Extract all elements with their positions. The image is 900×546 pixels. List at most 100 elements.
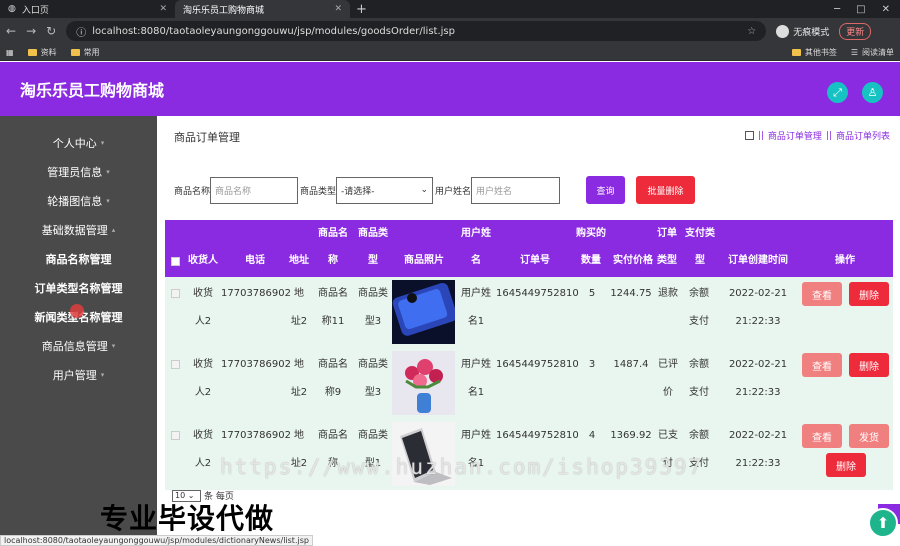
reload-icon[interactable]: ↻ — [46, 24, 56, 38]
col-goods-type: 型 — [368, 255, 378, 266]
browser-tab-entry[interactable]: ◍ 入口页 ✕ — [0, 0, 175, 18]
fullscreen-icon[interactable]: ⤢ — [827, 82, 848, 103]
cell-order-type: 价 — [663, 387, 673, 398]
breadcrumb-item[interactable]: 商品订单管理 — [768, 129, 822, 142]
forward-icon[interactable]: → — [26, 24, 36, 38]
col-order-type: 订单 — [657, 228, 677, 239]
row-checkbox[interactable] — [171, 289, 180, 298]
col-price: 实付价格 — [613, 255, 653, 266]
sidebar-item-carousel[interactable]: 轮播图信息 ▾ — [0, 186, 157, 215]
search-button[interactable]: 查询 — [586, 176, 626, 204]
mouse-cursor — [70, 304, 84, 318]
sidebar-item-label: 订单类型名称管理 — [34, 281, 123, 295]
cell-goods-type: 型3 — [364, 387, 382, 398]
url-field[interactable]: ⓘ localhost:8080/taotaoleyaungonggouwu/j… — [66, 21, 767, 41]
cell-address: 地 — [294, 430, 304, 441]
sidebar-item-profile[interactable]: 个人中心 ▾ — [0, 128, 157, 157]
cell-receiver: 收货 — [193, 359, 213, 370]
sidebar-item-label: 管理员信息 — [47, 165, 103, 179]
user-name-input[interactable]: 用户姓名 — [471, 176, 561, 204]
row-checkbox[interactable] — [171, 431, 180, 440]
maximize-icon[interactable]: □ — [856, 4, 865, 15]
star-icon[interactable]: ☆ — [747, 26, 756, 37]
col-phone: 电话 — [245, 255, 265, 266]
close-window-icon[interactable]: ✕ — [882, 4, 890, 15]
main-content: 商品订单管理 || 商品订单管理 || 商品订单列表 商品名称 商品名称 商品类… — [157, 116, 900, 546]
watermark-text: https://www.huzhan.com/ishop39397 — [220, 455, 704, 479]
ship-button[interactable]: 发货 — [849, 424, 889, 448]
browser-tab-bar: ◍ 入口页 ✕ 淘乐乐员工购物商城 ✕ + ─ □ ✕ — [0, 0, 900, 18]
back-to-top-icon[interactable]: ⬆ — [868, 508, 898, 538]
view-button[interactable]: 查看 — [802, 424, 842, 448]
sidebar-item-label: 用户管理 — [52, 368, 97, 382]
col-photo: 商品照片 — [404, 255, 444, 266]
cell-order-type: 已支 — [658, 430, 678, 441]
product-photo-flowers[interactable] — [392, 351, 455, 415]
bookmark-folder[interactable]: 其他书签 — [791, 47, 837, 58]
close-tab-icon[interactable]: ✕ — [334, 4, 342, 14]
sidebar-item-label: 个人中心 — [52, 136, 97, 150]
bookmark-label: 其他书签 — [804, 47, 837, 57]
col-goods-type: 商品类 — [358, 228, 388, 239]
reading-list[interactable]: ☰ 阅读清单 — [851, 47, 894, 58]
sidebar-item-goods-info[interactable]: 商品信息管理 ▾ — [0, 331, 157, 360]
batch-delete-button[interactable]: 批量删除 — [636, 176, 696, 204]
col-order-type: 类型 — [657, 255, 677, 266]
cell-receiver: 人2 — [194, 387, 212, 398]
bookmark-folder[interactable]: 资料 — [27, 47, 57, 58]
sidebar-item-label: 基础数据管理 — [41, 223, 108, 237]
minimize-icon[interactable]: ─ — [834, 4, 840, 15]
app-title: 淘乐乐员工购物商城 — [20, 81, 165, 100]
cell-created: 2022-02-21 — [728, 430, 788, 441]
view-button[interactable]: 查看 — [802, 353, 842, 377]
sidebar-item-label: 商品名称管理 — [45, 252, 112, 266]
row-checkbox[interactable] — [171, 360, 180, 369]
cell-user-name: 用户姓 — [461, 359, 491, 370]
guest-mode[interactable]: 无痕模式 — [776, 24, 829, 38]
close-tab-icon[interactable]: ✕ — [159, 4, 167, 14]
cell-user-name: 名1 — [467, 316, 485, 327]
sidebar-item-admin[interactable]: 管理员信息 ▾ — [0, 157, 157, 186]
sidebar-item-label: 商品信息管理 — [41, 339, 108, 353]
new-tab-icon[interactable]: + — [356, 2, 367, 17]
breadcrumb: || 商品订单管理 || 商品订单列表 — [744, 129, 890, 142]
table-row: 收货 人2 17703786902 地 址2 商品名 称9 商品类 型3 用户姓… — [165, 348, 893, 419]
home-icon[interactable] — [744, 131, 754, 140]
chevron-down-icon: ▾ — [111, 341, 116, 350]
back-icon[interactable]: ← — [6, 24, 16, 38]
view-button[interactable]: 查看 — [802, 282, 842, 306]
browser-tab-active[interactable]: 淘乐乐员工购物商城 ✕ — [175, 0, 350, 18]
sidebar-item-goods-name[interactable]: 商品名称管理 — [0, 244, 157, 273]
sidebar-item-order-type[interactable]: 订单类型名称管理 — [0, 273, 157, 302]
cell-user-name: 名1 — [467, 387, 485, 398]
bookmark-folder[interactable]: 常用 — [70, 47, 100, 58]
cell-address: 址2 — [290, 316, 308, 327]
goods-name-input[interactable]: 商品名称 — [210, 176, 299, 204]
delete-button[interactable]: 删除 — [849, 282, 889, 306]
apps-icon[interactable]: ▦ — [6, 48, 14, 57]
update-button[interactable]: 更新 — [839, 22, 872, 40]
cell-order-no: 1645449752810 — [496, 430, 579, 441]
cell-phone: 17703786902 — [221, 359, 291, 370]
cell-order-type: 退款 — [658, 288, 678, 299]
overlay-caption: 专业毕设代做 — [100, 502, 275, 535]
delete-button[interactable]: 删除 — [849, 353, 889, 377]
cell-pay-type: 余额 — [689, 288, 709, 299]
goods-type-select[interactable]: -请选择- ⌄ — [336, 176, 434, 204]
user-icon[interactable]: ♙ — [862, 82, 883, 103]
breadcrumb-item[interactable]: 商品订单列表 — [836, 129, 890, 142]
col-goods-name: 商品名 — [318, 228, 348, 239]
chevron-up-icon: ▴ — [111, 225, 116, 234]
cell-address: 地 — [294, 288, 304, 299]
delete-button[interactable]: 删除 — [826, 453, 866, 477]
app-header: 淘乐乐员工购物商城 ⤢ ♙ — [0, 62, 900, 116]
select-all-checkbox[interactable] — [171, 257, 180, 266]
product-photo-phone[interactable] — [392, 280, 455, 344]
sidebar-item-users[interactable]: 用户管理 ▾ — [0, 360, 157, 389]
cell-goods-type: 商品类 — [358, 359, 388, 370]
sidebar-item-label: 轮播图信息 — [47, 194, 103, 208]
sidebar-item-base-data[interactable]: 基础数据管理 ▴ — [0, 215, 157, 244]
globe-icon: ◍ — [8, 4, 16, 14]
goods-type-label: 商品类型 — [300, 186, 337, 197]
avatar — [776, 24, 790, 38]
